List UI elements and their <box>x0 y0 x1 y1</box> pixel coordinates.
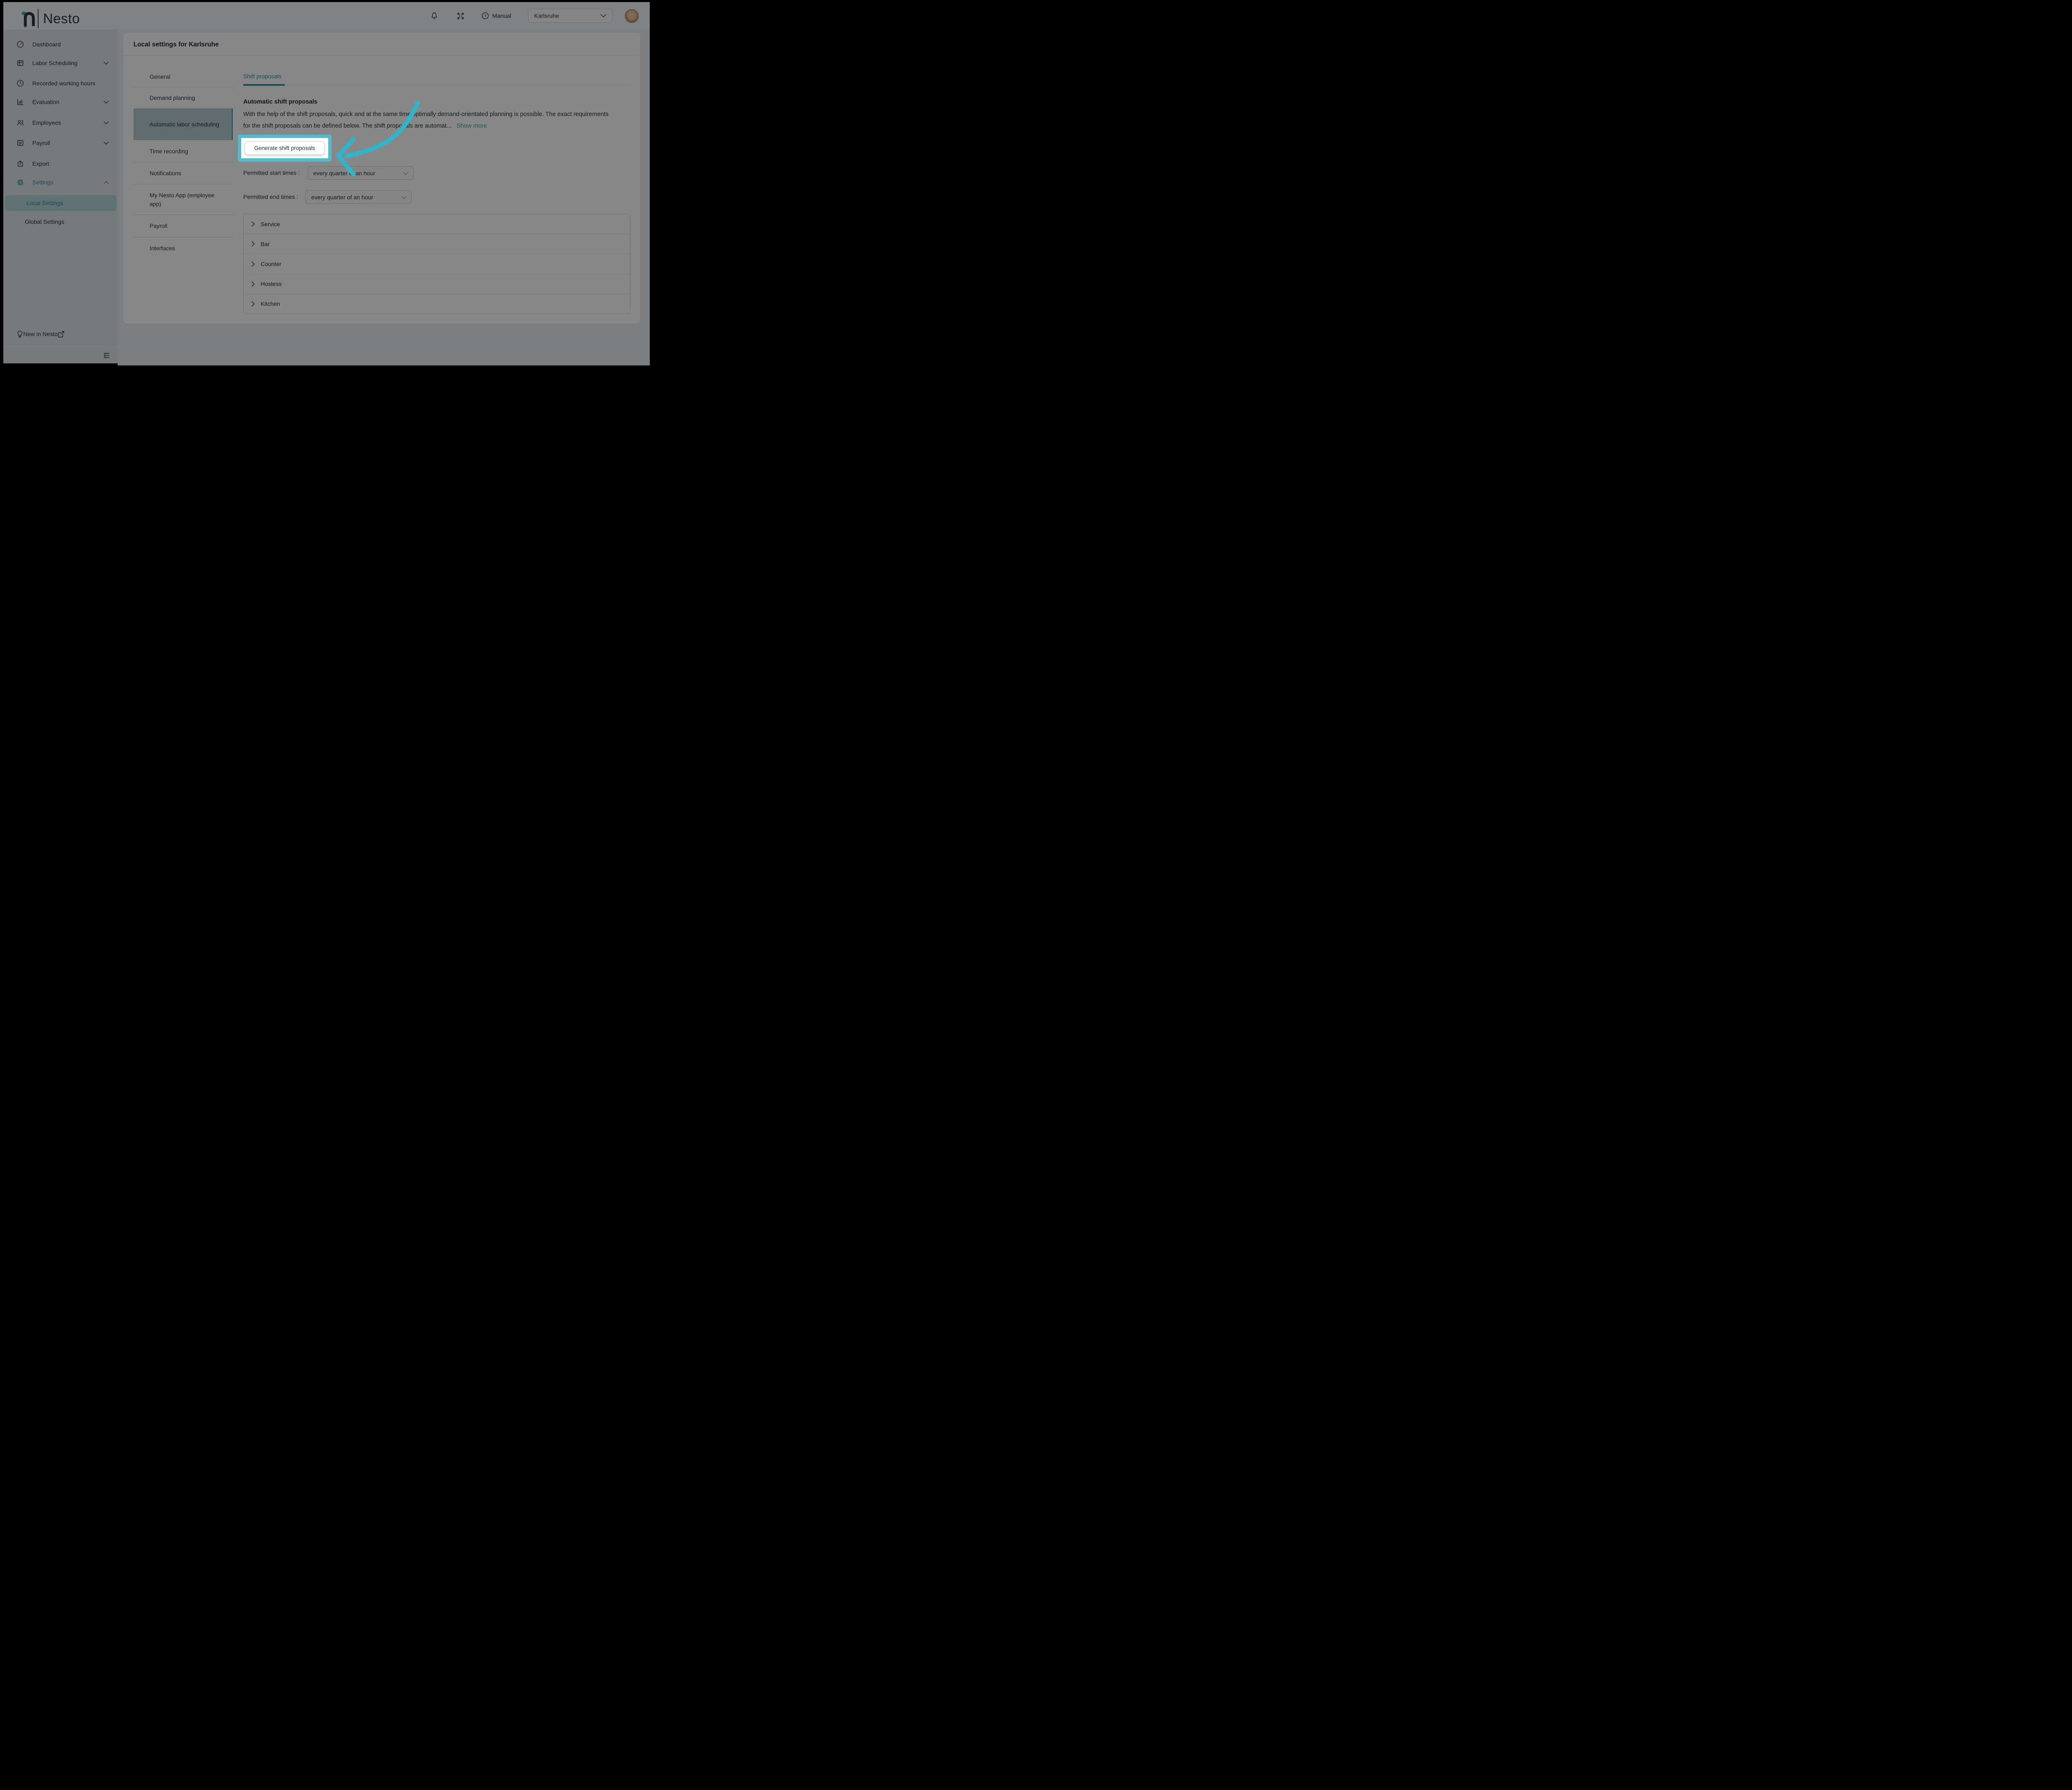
screen: Nesto ? Manual Karlsruhe Dashboard Labor… <box>0 0 650 365</box>
tutorial-dim-overlay <box>0 0 650 365</box>
generate-shift-proposals-button[interactable]: Generate shift proposals <box>244 141 325 155</box>
tutorial-spotlight: Generate shift proposals <box>238 135 332 162</box>
